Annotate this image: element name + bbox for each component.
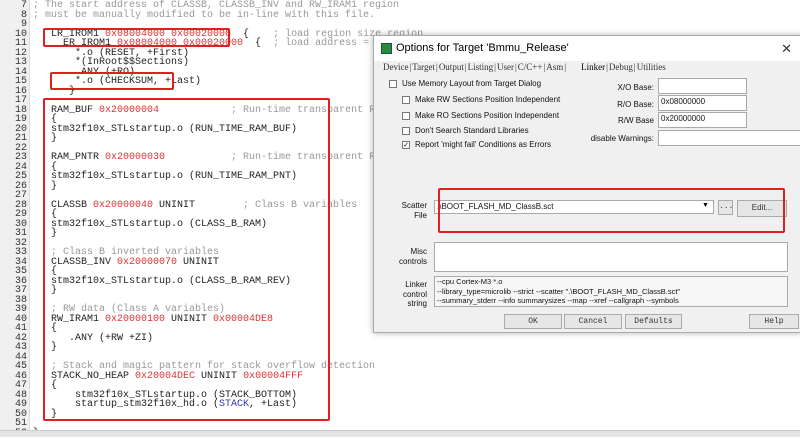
tab-separator: |: [494, 62, 496, 72]
misc-controls-label: Misc controls: [399, 247, 427, 266]
ro-base-input[interactable]: 0x08000000: [658, 95, 747, 111]
rw-base-input[interactable]: 0x20000000: [658, 112, 747, 128]
dont-search-checkbox[interactable]: [402, 127, 410, 135]
scatter-file-label: Scatter File: [402, 201, 427, 220]
highlight-box-scatter: [438, 188, 785, 233]
tab-linker[interactable]: Linker: [581, 62, 605, 72]
cancel-button[interactable]: Cancel: [564, 314, 622, 329]
xo-base-input[interactable]: [658, 78, 747, 94]
defaults-button[interactable]: Defaults: [625, 314, 682, 329]
help-button[interactable]: Help: [749, 314, 799, 329]
tab-separator: |: [465, 62, 467, 72]
disable-warnings-label: disable Warnings:: [591, 134, 654, 143]
xo-base-label: X/O Base:: [618, 83, 654, 92]
tab-utilities[interactable]: Utilities: [637, 62, 666, 72]
code-text: {: [243, 38, 273, 49]
highlight-box-checksum: [50, 72, 174, 90]
dialog-title-bar[interactable]: Options for Target 'Bmmu_Release' ✕: [374, 36, 800, 61]
tab-separator: |: [543, 62, 545, 72]
make-rw-checkbox[interactable]: [402, 96, 410, 104]
keil-app-icon: [381, 43, 392, 54]
tab-debug[interactable]: Debug: [609, 62, 633, 72]
use-memory-layout-label: Use Memory Layout from Target Dialog: [402, 79, 541, 88]
report-fail-label: Report 'might fail' Conditions as Errors: [415, 140, 551, 149]
tab-listing[interactable]: Listing: [468, 62, 494, 72]
make-ro-label: Make RO Sections Position Independent: [415, 111, 559, 120]
tab-device[interactable]: Device: [383, 62, 408, 72]
tab-target[interactable]: Target: [412, 62, 435, 72]
report-fail-checkbox[interactable]: ✓: [402, 141, 410, 149]
dialog-title: Options for Target 'Bmmu_Release': [396, 36, 569, 61]
code-comment: ; must be manually modified to be in-lin…: [33, 10, 375, 21]
tab-separator: |: [634, 62, 636, 72]
tab-separator: |: [436, 62, 438, 72]
ro-base-label: R/O Base:: [617, 100, 654, 109]
close-icon[interactable]: ✕: [781, 36, 792, 61]
tab-asm[interactable]: Asm: [546, 62, 563, 72]
options-dialog: Options for Target 'Bmmu_Release' ✕ Devi…: [373, 35, 800, 333]
make-ro-checkbox[interactable]: [402, 112, 410, 120]
tab-separator: |: [515, 62, 517, 72]
use-memory-layout-checkbox[interactable]: [389, 80, 397, 88]
rw-base-label: R/W Base: [618, 116, 654, 125]
ok-button[interactable]: OK: [504, 314, 562, 329]
tab-separator: |: [606, 62, 608, 72]
highlight-box-load-region: [43, 28, 230, 47]
disable-warnings-input[interactable]: [658, 130, 800, 146]
status-strip: [0, 430, 800, 437]
make-rw-label: Make RW Sections Position Independent: [415, 95, 560, 104]
tab-cc[interactable]: C/C++: [518, 62, 543, 72]
highlight-box-ram-regions: [43, 98, 330, 421]
dont-search-label: Don't Search Standard Libraries: [415, 126, 529, 135]
linker-control-label: Linker control string: [403, 280, 427, 309]
tab-bar: Device|Target|Output|Listing|User|C/C++|…: [383, 62, 667, 72]
misc-controls-input[interactable]: [434, 242, 788, 272]
code-line: ; must be manually modified to be in-lin…: [33, 11, 375, 21]
tab-user[interactable]: User: [497, 62, 514, 72]
linker-control-string: --cpu Cortex-M3 *.o --library_type=micro…: [434, 276, 788, 307]
tab-output[interactable]: Output: [439, 62, 464, 72]
tab-separator: |: [564, 62, 566, 72]
line-number-gutter: 7891011121314151617181920212223242526272…: [0, 0, 30, 430]
